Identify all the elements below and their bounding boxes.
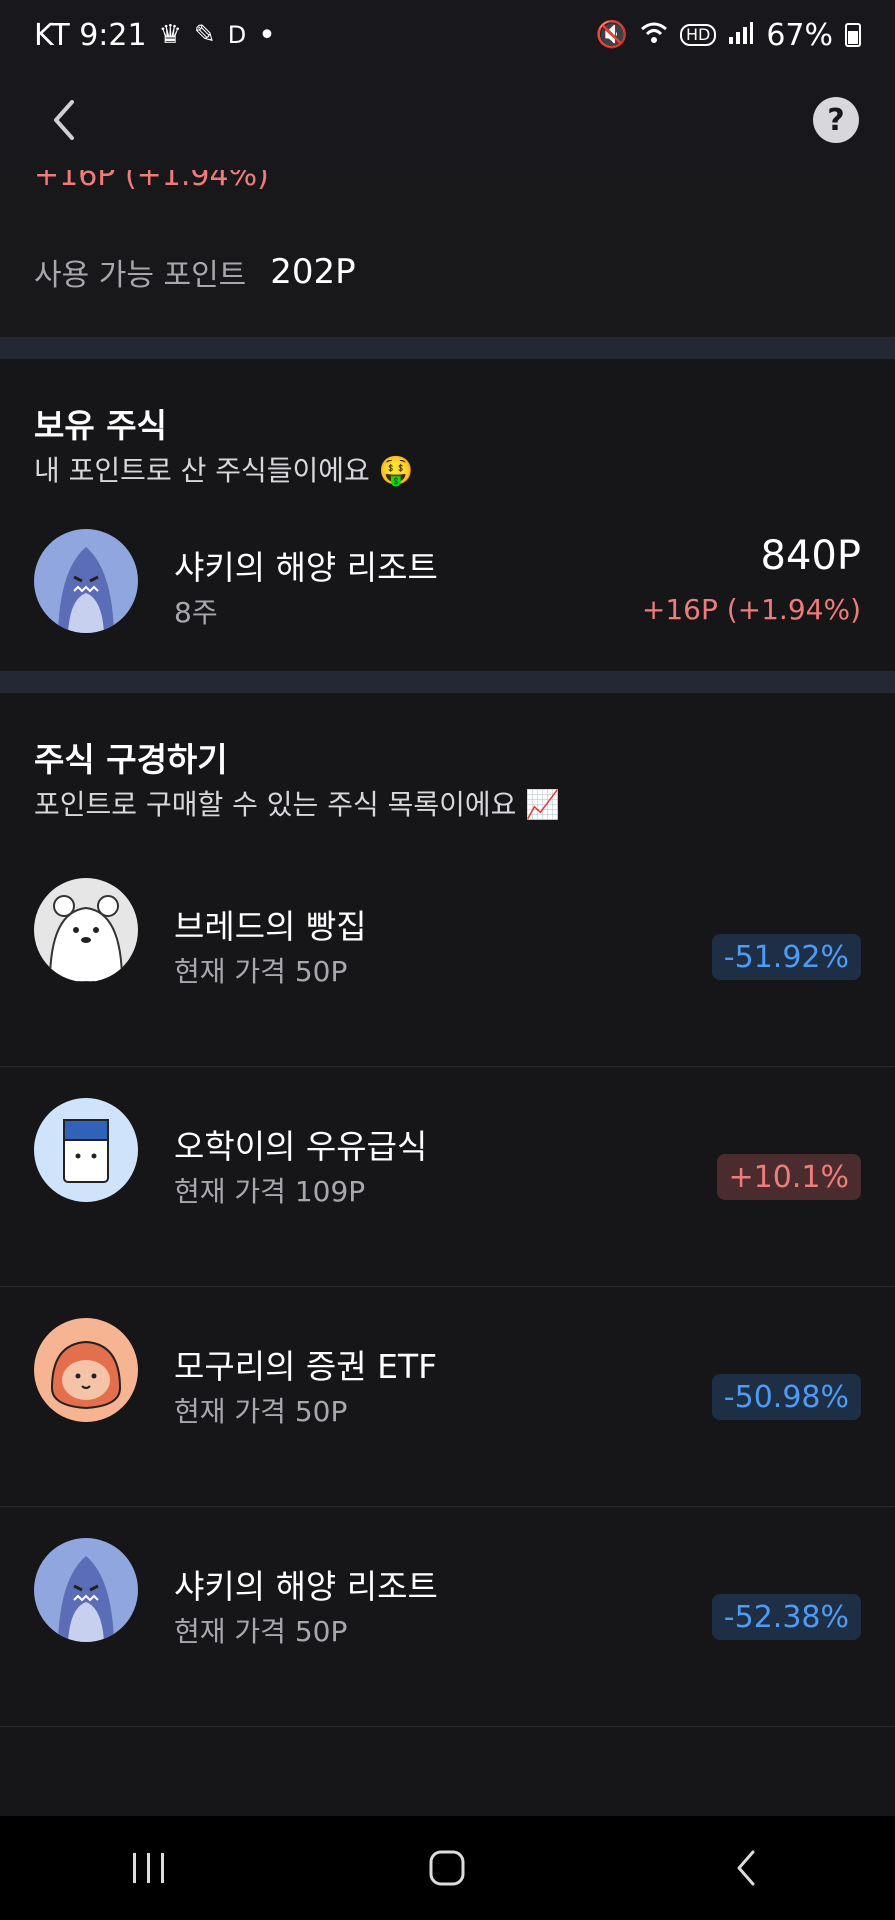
- help-button[interactable]: ?: [813, 97, 859, 143]
- section-divider: [0, 671, 895, 693]
- home-icon: [429, 1850, 465, 1886]
- notification-icon: ✎: [193, 20, 216, 50]
- back-icon: [54, 100, 74, 140]
- holdings-section: 보유 주식 내 포인트로 산 주식들이에요 🤑 샤키의 해양 리조트 8주 84…: [0, 359, 895, 671]
- stock-price: 현재 가격 50P: [174, 1395, 348, 1428]
- stock-row[interactable]: 브레드의 빵집 현재 가격 50P -51.92%: [0, 848, 895, 1067]
- help-icon: ?: [827, 102, 845, 138]
- stock-name: 브레드의 빵집: [174, 907, 367, 946]
- change-badge: -52.38%: [711, 1594, 861, 1640]
- browse-subtitle: 포인트로 구매할 수 있는 주식 목록이에요 📈: [34, 788, 561, 821]
- back-nav-button[interactable]: [706, 1838, 786, 1898]
- hd-icon: HD: [679, 24, 717, 46]
- shark-avatar: [34, 529, 138, 633]
- recent-apps-icon: [133, 1853, 165, 1883]
- stock-row[interactable]: 오학이의 우유급식 현재 가격 109P +10.1%: [0, 1068, 895, 1287]
- system-nav-bar: [0, 1816, 895, 1920]
- crown-icon: ♛: [158, 20, 182, 50]
- back-nav-icon: [737, 1850, 755, 1886]
- status-right: 🔇 HD 67%: [596, 18, 861, 53]
- available-points: 사용 가능 포인트 202P: [34, 250, 356, 294]
- stock-price: 현재 가격 50P: [174, 955, 348, 988]
- stock-row[interactable]: 샤키의 해양 리조트 현재 가격 50P -52.38%: [0, 1508, 895, 1727]
- change-badge: +10.1%: [716, 1154, 861, 1200]
- holdings-title: 보유 주식: [34, 406, 167, 445]
- recent-apps-button[interactable]: [109, 1838, 189, 1898]
- holding-change: +16P (+1.94%): [641, 593, 861, 626]
- top-app-bar: ?: [0, 70, 895, 170]
- carrier-time: KT 9:21: [34, 17, 147, 53]
- home-button[interactable]: [407, 1838, 487, 1898]
- stock-name: 오학이의 우유급식: [174, 1127, 428, 1166]
- points-label: 사용 가능 포인트: [34, 258, 247, 293]
- back-button[interactable]: [44, 95, 84, 145]
- holding-name: 샤키의 해양 리조트: [174, 548, 438, 587]
- browse-section: 주식 구경하기 포인트로 구매할 수 있는 주식 목록이에요 📈 브레드의 빵집…: [0, 693, 895, 1816]
- d-indicator: D: [227, 21, 247, 49]
- signal-icon: [728, 21, 754, 50]
- stock-name: 모구리의 증권 ETF: [174, 1347, 438, 1386]
- holding-value: 840P: [760, 533, 861, 579]
- browse-title: 주식 구경하기: [34, 740, 228, 779]
- change-badge: -51.92%: [711, 934, 861, 980]
- change-badge: -50.98%: [711, 1374, 861, 1420]
- section-divider: [0, 337, 895, 359]
- stock-row[interactable]: 모구리의 증권 ETF 현재 가격 50P -50.98%: [0, 1288, 895, 1507]
- stock-price: 현재 가격 50P: [174, 1615, 348, 1648]
- shark-avatar: [34, 1538, 138, 1642]
- wifi-icon: [640, 21, 668, 50]
- battery-icon: [845, 23, 861, 47]
- holdings-subtitle: 내 포인트로 산 주식들이에요 🤑: [34, 454, 414, 487]
- holding-quantity: 8주: [174, 596, 218, 629]
- mute-icon: 🔇: [595, 20, 628, 50]
- stock-price: 현재 가격 109P: [174, 1175, 366, 1208]
- bear-avatar: [34, 878, 138, 982]
- status-bar: KT 9:21 ♛ ✎ D • 🔇 HD 67%: [0, 0, 895, 70]
- milk-avatar: [34, 1098, 138, 1202]
- holding-row[interactable]: 샤키의 해양 리조트 8주 840P +16P (+1.94%): [0, 519, 895, 659]
- dot-indicator: •: [258, 17, 276, 53]
- battery-percent: 67%: [766, 17, 833, 53]
- status-left: KT 9:21 ♛ ✎ D •: [34, 18, 276, 53]
- points-value: 202P: [270, 252, 356, 292]
- mole-avatar: [34, 1318, 138, 1422]
- stock-name: 샤키의 해양 리조트: [174, 1567, 438, 1606]
